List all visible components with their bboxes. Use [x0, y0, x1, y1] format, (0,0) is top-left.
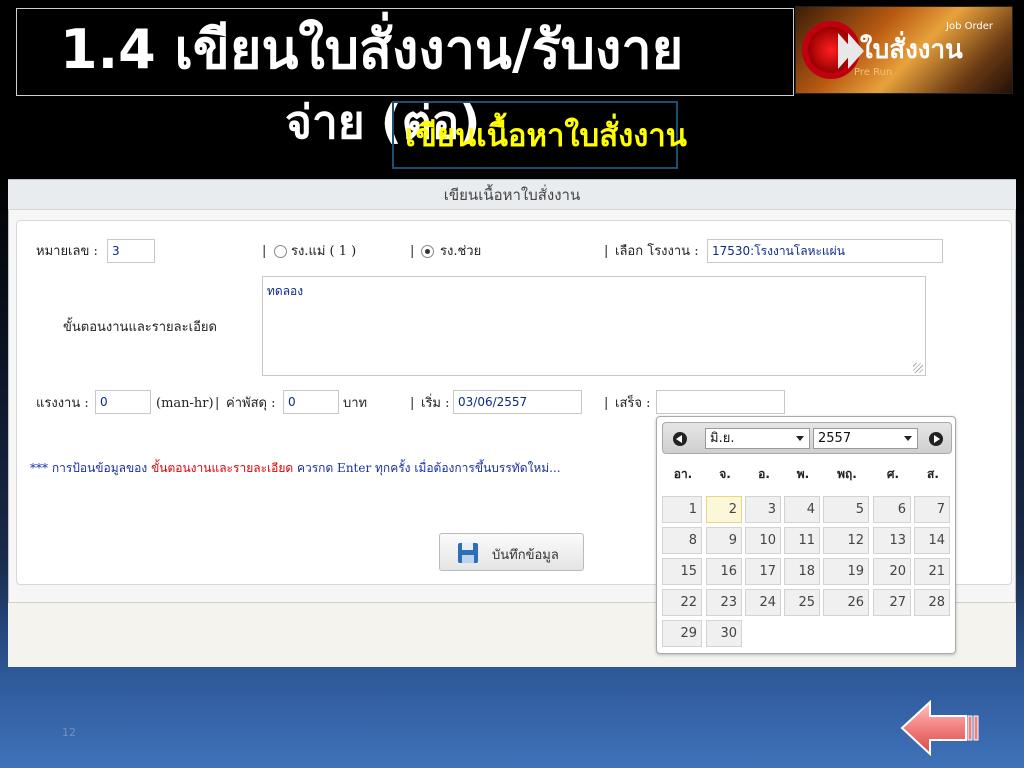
- details-label: ขั้นตอนงานและรายละเอียด: [63, 320, 217, 335]
- details-textarea[interactable]: ทดลอง: [262, 276, 926, 376]
- day-cell[interactable]: 15: [662, 558, 702, 585]
- factory-label: เลือก โรงงาน :: [615, 244, 699, 259]
- labor-label: แรงงาน :: [36, 396, 89, 411]
- save-button[interactable]: บันทึกข้อมูล: [439, 533, 584, 571]
- day-cell[interactable]: 19: [823, 558, 869, 585]
- slide-number: 12: [62, 726, 76, 739]
- datepicker: มิ.ย. 2557 อา. จ. อ. พ. พฤ. ศ. ส. 1 2 3 4 5 6 7 8 9 10 11…: [656, 416, 956, 654]
- form-header: เขียนเนื้อหาใบสั่งงาน: [8, 180, 1016, 210]
- job-order-logo: ใบสั่งงาน Job Order Pre Run: [795, 6, 1013, 94]
- day-cell[interactable]: 21: [914, 558, 950, 585]
- day-cell[interactable]: 13: [873, 527, 911, 554]
- finish-label: เสร็จ :: [615, 396, 651, 411]
- chevron-down-icon: [796, 436, 804, 441]
- floppy-disk-icon: [458, 543, 478, 563]
- note-suffix: ควรกด Enter ทุกครั้ง เมื่อต้องการขึ้นบรร…: [293, 461, 561, 475]
- day-cell[interactable]: 1: [662, 496, 702, 523]
- labor-input[interactable]: 0: [95, 390, 151, 414]
- day-cell[interactable]: 22: [662, 589, 702, 616]
- radio-main-factory-label: รง.แม่ ( 1 ): [291, 244, 357, 259]
- separator: |: [410, 396, 415, 411]
- back-arrow-icon[interactable]: [900, 700, 984, 756]
- weekday-header: พ.: [796, 467, 810, 481]
- datepicker-header: มิ.ย. 2557: [662, 422, 952, 454]
- slide-caption: เขียนเนื้อหาใบสั่งงาน: [405, 118, 687, 154]
- save-button-label: บันทึกข้อมูล: [492, 548, 559, 563]
- slide-title: 1.4 เขียนใบสั่งงาน/รับงาย: [60, 18, 684, 81]
- year-value: 2557: [818, 431, 852, 446]
- day-cell[interactable]: 26: [823, 589, 869, 616]
- radio-sub-factory[interactable]: [421, 245, 434, 258]
- number-label: หมายเลข :: [36, 244, 98, 259]
- day-cell[interactable]: 14: [914, 527, 950, 554]
- weekday-header: ส.: [927, 467, 939, 481]
- input-note: *** การป้อนข้อมูลของ ขั้นตอนงานและรายละเ…: [30, 460, 561, 476]
- labor-unit: (man-hr): [156, 396, 214, 411]
- weekday-header: พฤ.: [837, 467, 857, 481]
- month-value: มิ.ย.: [710, 431, 735, 446]
- radio-main-factory[interactable]: [274, 245, 287, 258]
- next-month-icon[interactable]: [929, 432, 943, 446]
- day-cell[interactable]: 18: [784, 558, 820, 585]
- day-cell[interactable]: 9: [706, 527, 742, 554]
- note-highlight: ขั้นตอนงานและรายละเอียด: [151, 461, 294, 475]
- day-cell[interactable]: 10: [745, 527, 781, 554]
- day-cell[interactable]: 27: [873, 589, 911, 616]
- day-cell[interactable]: 24: [745, 589, 781, 616]
- details-text: ทดลอง: [267, 284, 304, 298]
- weekday-header: อา.: [673, 467, 693, 481]
- finish-date-input[interactable]: [656, 390, 785, 414]
- separator: |: [604, 244, 609, 259]
- year-select[interactable]: 2557: [813, 428, 918, 449]
- weekday-header: ศ.: [886, 467, 900, 481]
- material-unit: บาท: [343, 396, 368, 411]
- day-cell[interactable]: 17: [745, 558, 781, 585]
- resize-grip-icon[interactable]: [913, 363, 923, 373]
- day-cell[interactable]: 5: [823, 496, 869, 523]
- day-cell[interactable]: 25: [784, 589, 820, 616]
- day-cell[interactable]: 12: [823, 527, 869, 554]
- separator: |: [262, 244, 267, 259]
- day-cell[interactable]: 29: [662, 620, 702, 647]
- day-cell[interactable]: 30: [706, 620, 742, 647]
- separator: |: [215, 396, 220, 411]
- note-prefix: *** การป้อนข้อมูลของ: [30, 461, 152, 475]
- prev-month-icon[interactable]: [673, 432, 687, 446]
- day-cell[interactable]: 23: [706, 589, 742, 616]
- material-input[interactable]: 0: [283, 390, 339, 414]
- radio-sub-factory-label: รง.ช่วย: [440, 244, 482, 259]
- day-cell[interactable]: 28: [914, 589, 950, 616]
- day-cell[interactable]: 11: [784, 527, 820, 554]
- material-label: ค่าพัสดุ :: [226, 396, 276, 411]
- logo-subtext: Job Order: [946, 21, 994, 32]
- day-cell[interactable]: 3: [745, 496, 781, 523]
- day-cell-today[interactable]: 2: [706, 496, 742, 523]
- day-cell[interactable]: 16: [706, 558, 742, 585]
- logo-tagline: Pre Run: [854, 67, 893, 78]
- separator: |: [604, 396, 609, 411]
- chevron-down-icon: [904, 436, 912, 441]
- day-cell[interactable]: 8: [662, 527, 702, 554]
- start-label: เริ่ม :: [421, 396, 450, 411]
- factory-input[interactable]: 17530:โรงงานโลหะแผ่น: [707, 239, 943, 263]
- weekday-header: จ.: [719, 467, 731, 481]
- weekday-header: อ.: [758, 467, 770, 481]
- day-cell[interactable]: 7: [914, 496, 950, 523]
- start-date-input[interactable]: 03/06/2557: [453, 390, 582, 414]
- day-cell[interactable]: 6: [873, 496, 911, 523]
- month-select[interactable]: มิ.ย.: [705, 428, 810, 449]
- day-cell[interactable]: 4: [784, 496, 820, 523]
- day-cell[interactable]: 20: [873, 558, 911, 585]
- logo-text: ใบสั่งงาน: [860, 35, 963, 65]
- number-input[interactable]: 3: [107, 239, 155, 263]
- separator: |: [410, 244, 415, 259]
